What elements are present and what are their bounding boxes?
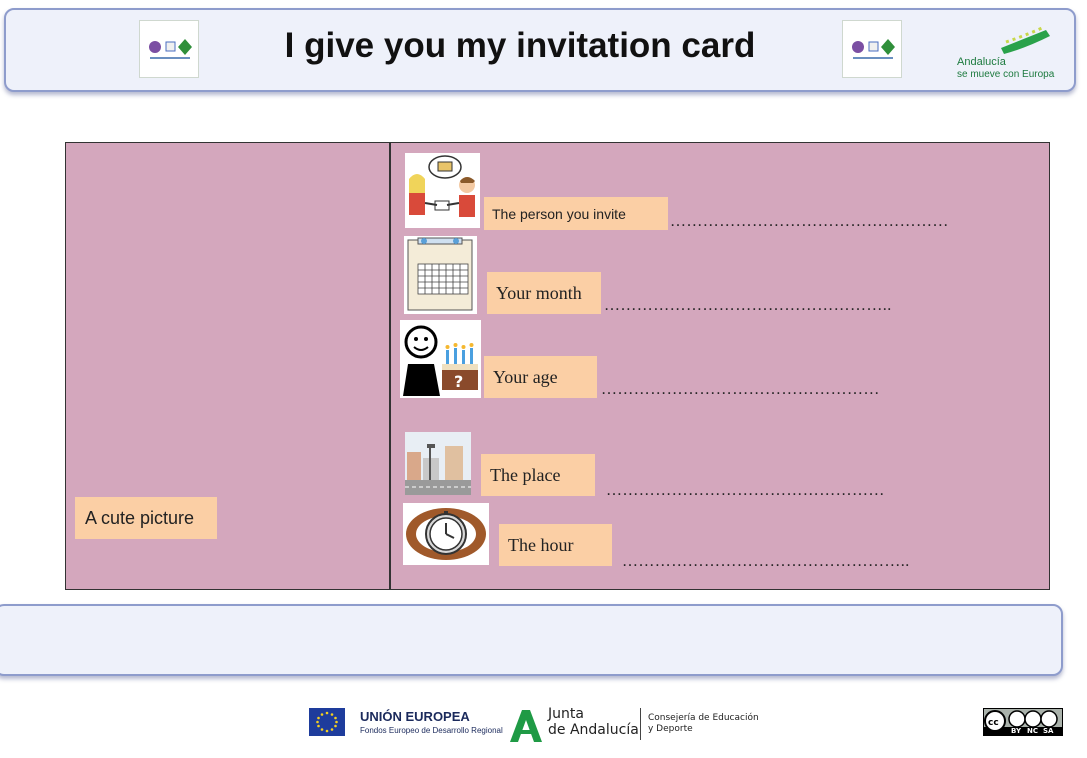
birthday-cake-person-icon: ? (400, 320, 481, 398)
cc-by-label: BY (1011, 727, 1022, 735)
mea-logo-left (139, 20, 199, 78)
hour-label: The hour (499, 524, 612, 566)
person-invite-label: The person you invite (484, 197, 668, 230)
junta-andalucia-logo-icon (508, 708, 544, 742)
age-dotted-line: …………………………………………… (601, 381, 880, 398)
svg-text:?: ? (454, 372, 463, 391)
mea-logo-right (842, 20, 902, 78)
cc-sa-label: SA (1043, 727, 1054, 735)
calendar-icon (404, 236, 477, 314)
cc-nc-label: NC (1027, 727, 1038, 735)
deporte-label: y Deporte (648, 724, 693, 734)
logo-separator (640, 708, 641, 740)
eu-title: UNIÓN EUROPEA (360, 709, 470, 724)
age-label: Your age (484, 356, 597, 398)
andalucia-slogan: se mueve con Europa (957, 69, 1055, 80)
hour-dotted-line: …………………………………………….. (622, 553, 910, 570)
junta-label: Junta (548, 706, 584, 722)
de-andalucia-label: de Andalucía (548, 722, 639, 738)
eu-subtitle: Fondos Europeo de Desarrollo Regional (360, 726, 503, 735)
place-dotted-line: …………………………………………… (606, 482, 885, 499)
eu-flag-icon (309, 708, 345, 736)
month-label: Your month (487, 272, 601, 314)
wristwatch-icon (403, 503, 489, 565)
street-town-icon (405, 432, 471, 495)
page-title: I give you my invitation card (284, 26, 756, 65)
footer-banner (0, 604, 1063, 676)
card-divider (389, 142, 391, 590)
two-people-exchanging-card-icon (405, 153, 480, 228)
month-dotted-line: …………………………………………….. (604, 297, 892, 314)
place-label: The place (481, 454, 595, 496)
consejeria-label: Consejería de Educación (648, 713, 759, 723)
creative-commons-license-icon: cc BY NC SA (983, 708, 1063, 736)
andalucia-europa-logo: Andalucía se mueve con Europa (946, 26, 1056, 86)
person-invite-dotted-line: …………………………………………… (670, 213, 949, 230)
andalucia-label: Andalucía (957, 56, 1006, 68)
svg-text:cc: cc (988, 718, 999, 728)
cute-picture-label: A cute picture (75, 497, 217, 539)
